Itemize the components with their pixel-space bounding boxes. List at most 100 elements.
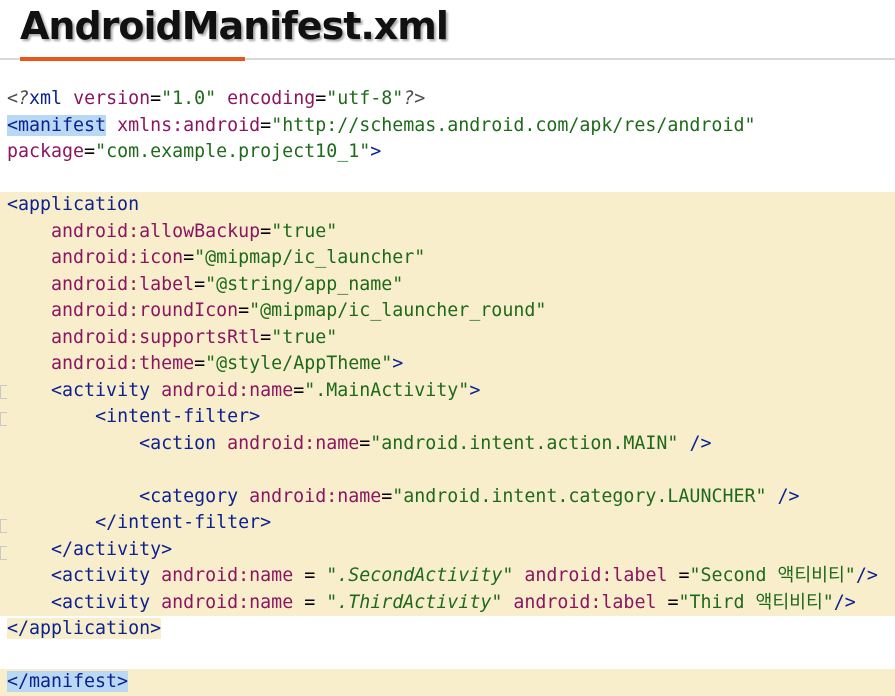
code-line-xml-declaration: <?xml version="1.0" encoding="utf-8"?>: [7, 88, 426, 109]
slide-title: AndroidManifest.xml: [20, 4, 449, 48]
attr-name: icon: [139, 247, 184, 268]
attr-value: "android.intent.action.MAIN": [370, 432, 679, 454]
code-line-app-attr: android:supportsRtl="true": [0, 324, 895, 351]
code-line-intent-filter-close: </intent-filter>: [0, 510, 895, 537]
code-line-category: <category android:name="android.intent.c…: [0, 483, 895, 510]
code-line-second-activity: <activity android:name = ".SecondActivit…: [0, 563, 895, 590]
tag-intent-filter-close: </intent-filter>: [95, 512, 272, 533]
tag-activity-close: </activity>: [51, 538, 173, 560]
attr-name: name: [249, 565, 294, 586]
tag-category: <category: [139, 485, 239, 507]
attr-name: label: [601, 591, 657, 613]
code-line-activity-close: </activity>: [0, 536, 895, 563]
attr-ns: android:: [227, 432, 316, 454]
tag-gt: >: [392, 353, 404, 374]
attr-name: roundIcon: [139, 300, 239, 321]
attr-package: package: [7, 141, 85, 162]
equals-sign: =: [656, 591, 679, 613]
val-package: "com.example.project10_1": [95, 141, 371, 162]
code-line-action: <action android:name="android.intent.act…: [0, 430, 895, 457]
attr-ns: android:: [249, 485, 338, 507]
attr-ns: android:: [51, 247, 140, 268]
attr-ns: android:: [51, 300, 140, 321]
code-line-application-close: </application>: [0, 616, 895, 643]
attr-name: allowBackup: [139, 220, 261, 242]
attr-name: label: [139, 273, 195, 295]
tag-manifest-open: <manifest: [7, 114, 107, 136]
attr-value: "@mipmap/ic_launcher_round": [249, 300, 547, 321]
gutter-fold-marker[interactable]: [0, 546, 7, 560]
equals-sign: =: [293, 591, 327, 613]
code-line-intent-filter-open: <intent-filter>: [0, 404, 895, 431]
title-accent-bar: [20, 57, 245, 61]
attr-name: name: [315, 432, 360, 454]
tag-activity-open: <activity: [51, 379, 151, 401]
tag-manifest-close: </manifest>: [7, 671, 129, 692]
tag-application-close: </application>: [7, 618, 162, 639]
tag-gt: >: [469, 379, 481, 401]
gutter-fold-marker[interactable]: [0, 412, 7, 426]
code-line-app-attr: android:label="@string/app_name": [0, 271, 895, 298]
attr-name: name: [249, 379, 294, 401]
code-block: <?xml version="1.0" encoding="utf-8"?> <…: [0, 86, 895, 696]
tag-self-close: />: [855, 565, 878, 586]
code-line-app-attr: android:allowBackup="true": [0, 218, 895, 245]
attr-ns: android:: [161, 591, 250, 613]
attr-value: ".MainActivity": [304, 379, 470, 401]
tag-manifest-gt: >: [370, 141, 382, 162]
val-version: "1.0": [161, 88, 217, 109]
code-line-app-attr: android:theme="@style/AppTheme">: [0, 351, 895, 378]
attr-ns: android:: [51, 353, 140, 374]
attr-value: "@style/AppTheme": [205, 353, 393, 374]
attr-ns: android:: [513, 591, 602, 613]
attr-value: ".ThirdActivity": [326, 591, 503, 613]
code-line-package: package="com.example.project10_1">: [7, 141, 382, 162]
attr-ns: android:: [524, 565, 613, 586]
attr-value: "Third 액티비티": [678, 591, 834, 613]
tag-activity-open: <activity: [51, 591, 151, 613]
attr-ns: android:: [161, 379, 250, 401]
equals-sign: =: [667, 565, 690, 586]
attr-xmlns-name: android: [183, 114, 261, 136]
tag-self-close: />: [689, 432, 712, 454]
attr-value: "@string/app_name": [205, 273, 404, 295]
attr-value: ".SecondActivity": [326, 565, 514, 586]
attr-encoding: encoding: [227, 88, 316, 109]
code-line-application-open: <application: [0, 192, 895, 219]
code-line-blank: [0, 457, 895, 484]
attr-ns: android:: [51, 273, 140, 295]
tag-self-close: />: [777, 485, 800, 507]
equals-sign: =: [293, 565, 327, 586]
attr-xmlns-prefix: xmlns:: [117, 114, 184, 136]
attr-name: name: [249, 591, 294, 613]
val-encoding: "utf-8": [326, 88, 404, 109]
attr-ns: android:: [51, 220, 140, 242]
val-xmlns: "http://schemas.android.com/apk/res/andr…: [271, 114, 756, 136]
pi-name: xml: [29, 88, 63, 109]
code-line-app-attr: android:icon="@mipmap/ic_launcher": [0, 245, 895, 272]
gutter-fold-marker[interactable]: [0, 385, 7, 399]
pi-open: <?: [7, 88, 30, 109]
attr-name: name: [337, 485, 382, 507]
code-line-third-activity: <activity android:name = ".ThirdActivity…: [0, 589, 895, 616]
code-line-app-attr: android:roundIcon="@mipmap/ic_launcher_r…: [0, 298, 895, 325]
attr-name: label: [612, 565, 668, 586]
attr-value: "android.intent.category.LAUNCHER": [392, 485, 767, 507]
code-line-manifest-close: </manifest>: [0, 669, 895, 696]
attr-value: "@mipmap/ic_launcher": [194, 247, 426, 268]
code-line-main-activity: <activity android:name=".MainActivity">: [0, 377, 895, 404]
attr-ns: android:: [161, 565, 250, 586]
tag-action: <action: [139, 432, 217, 454]
pi-close: ?>: [403, 88, 426, 109]
code-line-manifest-open: <manifest xmlns:android="http://schemas.…: [7, 114, 756, 136]
tag-activity-open: <activity: [51, 565, 151, 586]
attr-name: theme: [139, 353, 195, 374]
gutter-fold-marker[interactable]: [0, 519, 7, 533]
tag-application-open: <application: [7, 194, 140, 215]
attr-version: version: [73, 88, 151, 109]
tag-intent-filter-open: <intent-filter>: [95, 406, 261, 427]
attr-value: "true": [271, 220, 338, 242]
tag-self-close: />: [833, 591, 856, 613]
